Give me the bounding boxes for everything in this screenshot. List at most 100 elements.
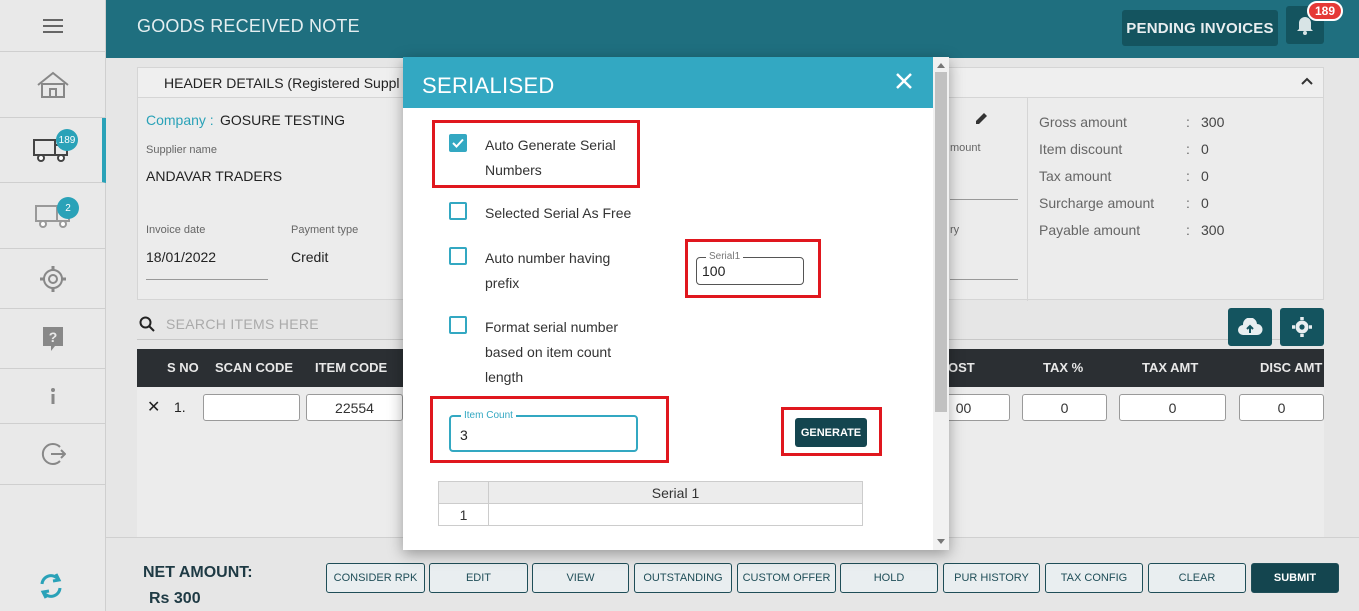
side-nav: 189 2 ? bbox=[0, 0, 106, 611]
supplier-value[interactable]: ANDAVAR TRADERS bbox=[146, 168, 282, 184]
info-icon[interactable] bbox=[48, 387, 58, 405]
payable-amount-label: Payable amount bbox=[1039, 222, 1141, 238]
gross-amount-label: Gross amount bbox=[1039, 114, 1127, 130]
submit-button[interactable]: SUBMIT bbox=[1251, 563, 1339, 593]
format-serial-line3: length bbox=[485, 369, 524, 385]
auto-generate-checkbox[interactable] bbox=[449, 134, 467, 152]
serial1-label: Serial1 bbox=[706, 251, 744, 262]
selected-serial-free-checkbox[interactable] bbox=[449, 202, 467, 220]
dialog-scrollbar[interactable] bbox=[933, 57, 949, 550]
tax-pct-input[interactable]: 0 bbox=[1022, 394, 1107, 421]
top-bar: GOODS RECEIVED NOTE PENDING INVOICES 189 bbox=[106, 0, 1359, 58]
supplier-label: Supplier name bbox=[146, 144, 217, 156]
auto-number-prefix-checkbox[interactable] bbox=[449, 247, 467, 265]
tax-amount-label: Tax amount bbox=[1039, 168, 1112, 184]
item-count-value: 3 bbox=[460, 427, 468, 443]
net-amount-value: Rs 300 bbox=[149, 590, 201, 607]
nav-dispatch[interactable]: 2 bbox=[0, 183, 106, 249]
serial-grid-header: Serial 1 bbox=[438, 481, 863, 504]
col-cost: OST bbox=[948, 360, 975, 375]
company-label: Company : bbox=[146, 112, 214, 128]
home-icon[interactable] bbox=[36, 71, 70, 99]
dispatch-badge: 2 bbox=[57, 197, 79, 219]
serial-grid-cell[interactable] bbox=[488, 503, 863, 526]
ry-underline bbox=[950, 279, 1018, 280]
chevron-up-icon[interactable] bbox=[1300, 75, 1314, 87]
edit-button[interactable]: EDIT bbox=[429, 563, 528, 593]
col-tax-amt: TAX AMT bbox=[1142, 360, 1199, 375]
delete-row-icon[interactable]: ✕ bbox=[147, 397, 160, 417]
totals-panel: Gross amount : 300 Item discount : 0 Tax… bbox=[1027, 98, 1325, 301]
cloud-upload-icon[interactable] bbox=[1237, 318, 1263, 336]
auto-generate-line1: Auto Generate Serial bbox=[485, 137, 616, 153]
nav-logout[interactable] bbox=[0, 424, 106, 485]
totals-colon: : bbox=[1186, 168, 1190, 184]
format-serial-label: Format serial number based on item count… bbox=[485, 315, 618, 390]
serial-grid-index: 1 bbox=[438, 503, 489, 526]
outstanding-button[interactable]: OUTSTANDING bbox=[634, 563, 732, 593]
serial1-input[interactable]: Serial1 100 bbox=[696, 251, 804, 285]
col-disc-amt: DISC AMT bbox=[1260, 360, 1323, 375]
amount-label-partial: mount bbox=[950, 142, 981, 154]
scan-code-input[interactable] bbox=[203, 394, 300, 421]
nav-home[interactable] bbox=[0, 52, 106, 118]
upload-button[interactable] bbox=[1228, 308, 1272, 346]
auto-generate-label: Auto Generate Serial Numbers bbox=[485, 133, 616, 183]
view-button[interactable]: VIEW bbox=[532, 563, 629, 593]
totals-colon: : bbox=[1186, 195, 1190, 211]
nav-sync[interactable] bbox=[38, 572, 64, 605]
col-sno: S NO bbox=[167, 360, 199, 375]
scroll-up-arrow[interactable] bbox=[937, 63, 945, 68]
nav-info[interactable] bbox=[0, 369, 106, 424]
edit-icon[interactable] bbox=[975, 111, 989, 125]
hold-button[interactable]: HOLD bbox=[840, 563, 938, 593]
auto-number-prefix-line1: Auto number having bbox=[485, 250, 611, 266]
scroll-down-arrow[interactable] bbox=[937, 539, 945, 544]
logout-icon[interactable] bbox=[40, 441, 66, 467]
consider-rpk-button[interactable]: CONSIDER RPK bbox=[326, 563, 425, 593]
generate-button[interactable]: GENERATE bbox=[795, 418, 867, 447]
invoice-date-value[interactable]: 18/01/2022 bbox=[146, 249, 216, 265]
format-serial-checkbox[interactable] bbox=[449, 316, 467, 334]
auto-number-prefix-label: Auto number having prefix bbox=[485, 246, 610, 296]
disc-amt-input[interactable]: 0 bbox=[1239, 394, 1324, 421]
tax-config-button[interactable]: TAX CONFIG bbox=[1045, 563, 1143, 593]
invoice-date-underline bbox=[146, 279, 268, 280]
company-value: GOSURE TESTING bbox=[220, 112, 345, 128]
help-icon[interactable]: ? bbox=[42, 326, 64, 352]
scroll-thumb[interactable] bbox=[935, 72, 947, 412]
gear-icon[interactable] bbox=[1291, 316, 1313, 338]
tax-amt-input[interactable]: 0 bbox=[1119, 394, 1226, 421]
item-code-input[interactable]: 22554 bbox=[306, 394, 403, 421]
table-settings-button[interactable] bbox=[1280, 308, 1324, 346]
col-scan-code: SCAN CODE bbox=[215, 360, 294, 375]
totals-colon: : bbox=[1186, 222, 1190, 238]
payment-type-value[interactable]: Credit bbox=[291, 249, 328, 265]
nav-grn[interactable]: 189 bbox=[0, 118, 106, 183]
payable-amount-value: 300 bbox=[1201, 222, 1225, 238]
nav-help[interactable]: ? bbox=[0, 309, 106, 369]
search-input[interactable]: SEARCH ITEMS HERE bbox=[166, 316, 319, 332]
ry-label-partial: ry bbox=[950, 224, 960, 236]
item-count-label: Item Count bbox=[461, 410, 516, 421]
clear-button[interactable]: CLEAR bbox=[1148, 563, 1246, 593]
pur-history-button[interactable]: PUR HISTORY bbox=[943, 563, 1040, 593]
nav-settings[interactable] bbox=[0, 249, 106, 309]
gear-icon[interactable] bbox=[39, 265, 67, 293]
item-count-input[interactable]: Item Count 3 bbox=[449, 410, 638, 452]
close-icon[interactable] bbox=[893, 70, 915, 92]
item-discount-value: 0 bbox=[1201, 141, 1209, 157]
hamburger-icon[interactable] bbox=[43, 18, 63, 34]
sync-icon[interactable] bbox=[38, 572, 64, 600]
row-sno: 1. bbox=[174, 399, 186, 415]
nav-menu[interactable] bbox=[0, 0, 106, 52]
gross-amount-value: 300 bbox=[1201, 114, 1225, 130]
serialised-dialog: SERIALISED Auto Generate Serial Numbers … bbox=[403, 57, 949, 550]
search-icon bbox=[139, 316, 155, 332]
pending-invoices-button[interactable]: PENDING INVOICES bbox=[1122, 10, 1278, 46]
surcharge-amount-value: 0 bbox=[1201, 195, 1209, 211]
custom-offer-button[interactable]: CUSTOM OFFER bbox=[737, 563, 836, 593]
payment-type-label: Payment type bbox=[291, 224, 359, 236]
col-item-code: ITEM CODE bbox=[315, 360, 388, 375]
tax-amount-value: 0 bbox=[1201, 168, 1209, 184]
